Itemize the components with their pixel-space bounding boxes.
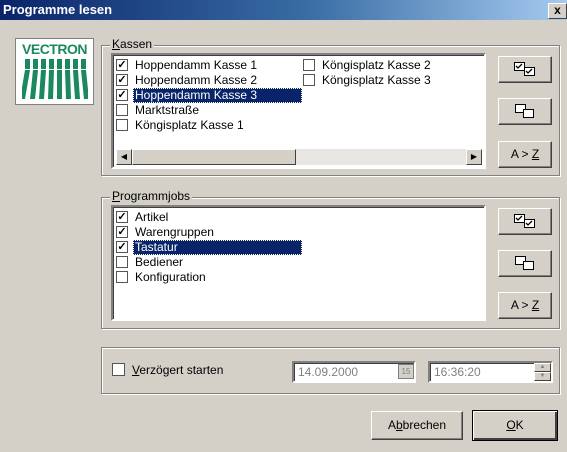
cancel-button[interactable]: Abbrechen xyxy=(371,411,463,440)
time-spin-up[interactable]: ▲ xyxy=(534,363,551,372)
deselect-all-kassen-button[interactable] xyxy=(498,98,552,125)
sort-kassen-button[interactable]: A > Z xyxy=(498,141,552,168)
vectron-logo: VECTRON xyxy=(15,38,94,105)
select-all-jobs-button[interactable] xyxy=(498,208,552,235)
sort-label-accel: Z xyxy=(531,147,540,161)
check-all-icon xyxy=(514,214,535,228)
checkbox[interactable] xyxy=(116,271,128,283)
kassen-legend-accel: K xyxy=(112,37,121,51)
list-item-label: Bediener xyxy=(135,255,184,269)
arrow-down-icon: ▼ xyxy=(539,373,546,379)
date-value: 14.09.2000 xyxy=(298,365,359,379)
time-value: 16:36:20 xyxy=(434,365,481,379)
cancel-label-1: A xyxy=(387,418,396,432)
select-all-kassen-button[interactable] xyxy=(498,56,552,83)
window-title: Programme lesen xyxy=(3,2,113,17)
delay-checkbox-label: Verzögert starten xyxy=(132,362,223,378)
deselect-all-jobs-button[interactable] xyxy=(498,250,552,277)
checkbox[interactable] xyxy=(116,119,128,131)
checkbox[interactable]: ✓ xyxy=(116,74,128,86)
arrow-up-icon: ▲ xyxy=(539,364,546,370)
scroll-right-button[interactable]: ▶ xyxy=(466,149,482,165)
cancel-label-2: brechen xyxy=(402,418,447,432)
kassen-listbox[interactable]: ✓ Hoppendamm Kasse 1 ✓ Hoppendamm Kasse 2 … xyxy=(111,53,486,169)
time-field[interactable]: 16:36:20 ▲ ▼ xyxy=(428,361,553,383)
sort-jobs-button[interactable]: A > Z xyxy=(498,292,552,319)
arrow-right-icon: ▶ xyxy=(470,152,478,161)
date-field[interactable]: 14.09.2000 15 xyxy=(292,361,416,383)
scroll-left-button[interactable]: ◀ xyxy=(116,149,132,165)
list-item-label: Artikel xyxy=(135,210,169,224)
checkbox[interactable] xyxy=(303,59,315,71)
programmjobs-legend: Programmjobs xyxy=(110,189,193,203)
close-button[interactable]: x xyxy=(548,3,567,19)
logo-graphic-icon xyxy=(22,59,88,99)
uncheck-all-icon xyxy=(515,104,534,118)
uncheck-all-icon xyxy=(515,256,534,270)
list-item-label: Konfiguration xyxy=(135,270,206,284)
ok-label-accel: O xyxy=(506,418,516,432)
kassen-legend: Kassen xyxy=(110,37,155,51)
list-item-label: Köngisplatz Kasse 1 xyxy=(135,118,244,132)
checkbox[interactable] xyxy=(116,256,128,268)
checkbox[interactable] xyxy=(116,104,128,116)
checkbox[interactable]: ✓ xyxy=(116,226,128,238)
check-all-icon xyxy=(514,62,535,76)
time-spin-down[interactable]: ▼ xyxy=(534,372,551,381)
sort-label: A > xyxy=(510,298,532,312)
ok-label-rest: K xyxy=(515,418,524,432)
checkbox[interactable] xyxy=(303,74,315,86)
list-item-label: Hoppendamm Kasse 3 xyxy=(133,88,302,103)
checkbox[interactable] xyxy=(112,363,125,376)
sort-label-accel: Z xyxy=(531,298,540,312)
calendar-icon[interactable]: 15 xyxy=(398,364,414,379)
arrow-left-icon: ◀ xyxy=(120,152,128,161)
programmjobs-legend-text: rogrammjobs xyxy=(120,189,191,203)
close-icon: x xyxy=(554,3,561,17)
programmjobs-listbox[interactable]: ✓ Artikel ✓ Warengruppen ✓ Tastatur Bediene… xyxy=(111,205,486,321)
list-item-label: Warengruppen xyxy=(135,225,214,239)
sort-label: A > xyxy=(510,147,532,161)
checkbox[interactable]: ✓ xyxy=(116,89,128,101)
checkbox[interactable]: ✓ xyxy=(116,211,128,223)
list-item-label: Hoppendamm Kasse 2 xyxy=(135,73,258,87)
scroll-thumb[interactable] xyxy=(132,149,296,165)
ok-button[interactable]: OK xyxy=(472,410,558,441)
checkbox[interactable]: ✓ xyxy=(116,59,128,71)
delay-label-text: erzögert starten xyxy=(139,363,224,377)
list-item-label: Köngisplatz Kasse 3 xyxy=(322,73,431,87)
list-item-label: Hoppendamm Kasse 1 xyxy=(135,58,258,72)
programmjobs-legend-accel: P xyxy=(112,189,121,203)
kassen-legend-text: assen xyxy=(120,37,153,51)
list-item-label: Tastatur xyxy=(133,240,302,255)
cancel-label-accel: b xyxy=(395,418,403,432)
list-item-label: Köngisplatz Kasse 2 xyxy=(322,58,431,72)
logo-text: VECTRON xyxy=(22,41,87,57)
checkbox[interactable]: ✓ xyxy=(116,241,128,253)
horizontal-scrollbar[interactable]: ◀ ▶ xyxy=(116,149,482,165)
list-item-label: Marktstraße xyxy=(135,103,200,117)
title-bar: Programme lesen x xyxy=(0,0,567,20)
